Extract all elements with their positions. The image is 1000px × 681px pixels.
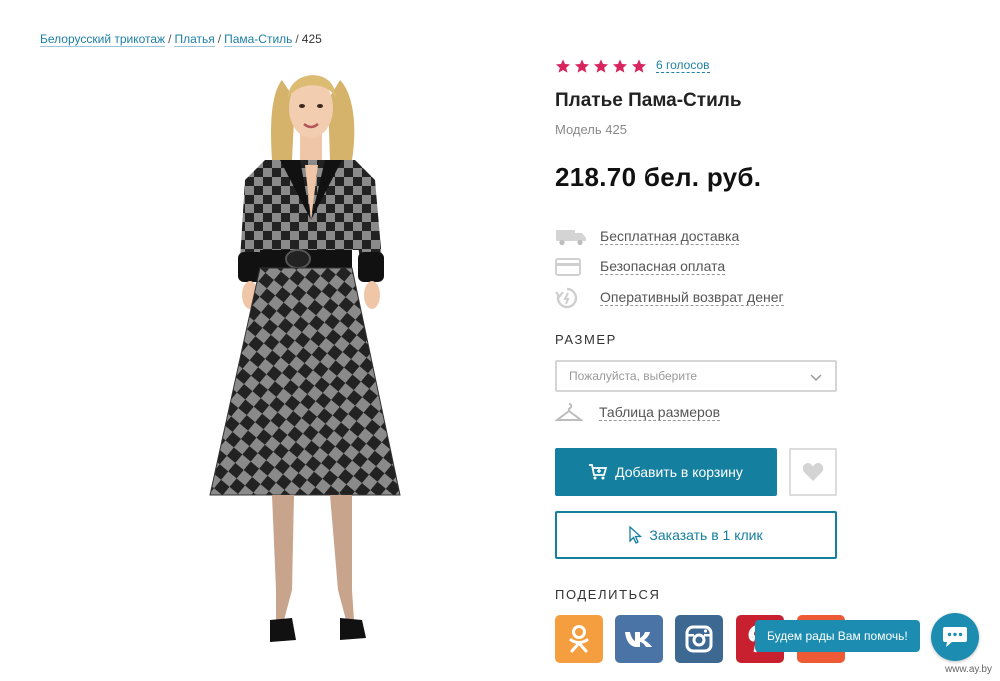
star-icon[interactable] [555,58,571,74]
cart-icon [589,464,608,480]
votes-link[interactable]: 6 голосов [656,59,710,73]
chevron-down-icon [810,374,822,382]
product-title: Платье Пама-Стиль [555,90,742,111]
size-select-placeholder: Пожалуйста, выберите [569,369,698,383]
heart-icon [802,463,824,481]
share-vkontakte-button[interactable] [615,615,663,663]
size-table-link[interactable]: Таблица размеров [555,402,721,424]
breadcrumb-separator: / [168,32,172,46]
one-click-label: Заказать в 1 клик [649,527,763,543]
star-icon[interactable] [612,58,628,74]
star-icon[interactable] [574,58,590,74]
chat-greeting-bubble[interactable]: Будем рады Вам помочь! [755,620,920,652]
vk-icon [625,632,652,647]
share-heading: ПОДЕЛИТЬСЯ [555,587,661,602]
hanger-icon [555,403,583,421]
star-icon[interactable] [593,58,609,74]
cursor-icon [629,526,643,544]
breadcrumb-link-brand[interactable]: Пама-Стиль [224,32,293,47]
instagram-icon [685,625,713,653]
feature-secure-payment[interactable]: Безопасная оплата [555,256,726,278]
odnoklassniki-icon [569,625,589,653]
product-model: Модель 425 [555,122,627,137]
share-instagram-button[interactable] [675,615,723,663]
truck-icon [555,226,589,248]
card-icon [555,256,589,278]
chat-open-button[interactable] [931,613,979,661]
feature-label: Бесплатная доставка [600,228,740,245]
feature-label: Безопасная оплата [600,258,726,275]
breadcrumb-separator: / [295,32,299,46]
one-click-order-button[interactable]: Заказать в 1 клик [555,511,837,559]
size-heading: РАЗМЕР [555,332,617,347]
feature-label: Оперативный возврат денег [600,289,784,306]
add-to-cart-label: Добавить в корзину [615,464,743,480]
feature-refund[interactable]: Оперативный возврат денег [555,287,784,309]
feature-free-delivery[interactable]: Бесплатная доставка [555,226,740,248]
star-icon[interactable] [631,58,647,74]
wishlist-button[interactable] [789,448,837,496]
product-photo[interactable] [200,60,415,650]
breadcrumb: Белорусский трикотаж / Платья / Пама-Стиль/4… [40,32,322,47]
dress-model-image [209,75,401,642]
add-to-cart-button[interactable]: Добавить в корзину [555,448,777,496]
chat-icon [943,627,967,647]
size-table-label: Таблица размеров [599,404,721,421]
product-rating: 6 голосов [555,58,710,74]
product-price: 218.70 бел. руб. [555,162,762,192]
refund-icon [555,287,589,309]
breadcrumb-link-knitwear[interactable]: Белорусский трикотаж [40,32,166,47]
watermark: www.ay.by [944,664,992,675]
breadcrumb-link-dresses[interactable]: Платья [174,32,215,47]
breadcrumb-separator: / [217,32,222,46]
size-select[interactable]: Пожалуйста, выберите [555,360,837,392]
share-odnoklassniki-button[interactable] [555,615,603,663]
breadcrumb-current: 425 [301,32,322,46]
